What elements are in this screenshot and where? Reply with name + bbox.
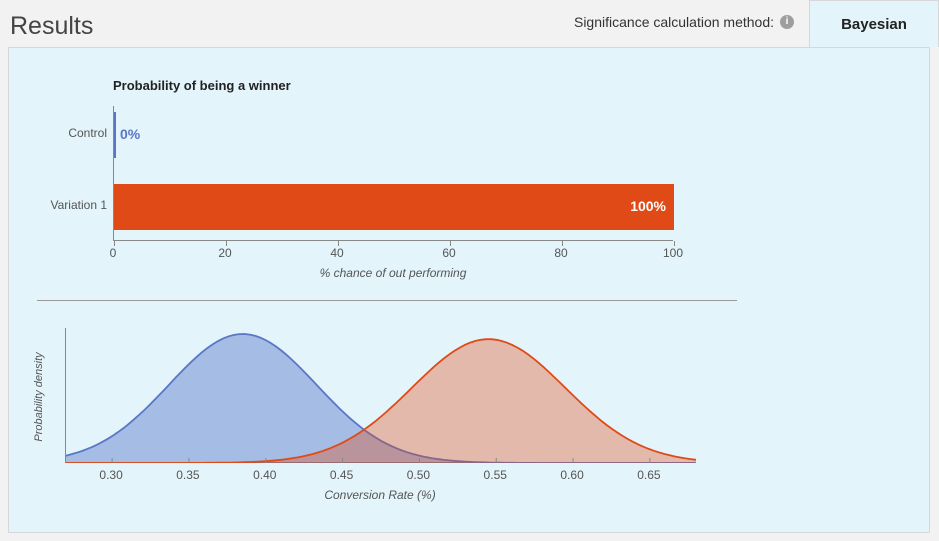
winner-bar-chart: Probability of being a winner Control Va… bbox=[37, 78, 737, 308]
winner-bar-plot: 0% 100% bbox=[113, 106, 673, 241]
density-x-label: Conversion Rate (%) bbox=[65, 488, 695, 502]
results-panel: Probability of being a winner Control Va… bbox=[8, 47, 930, 533]
bar-value-control: 0% bbox=[120, 126, 140, 142]
significance-method-block: Significance calculation method: i bbox=[574, 14, 794, 30]
density-plot bbox=[65, 328, 695, 463]
density-x-tick: 0.65 bbox=[637, 468, 660, 482]
bar-x-tick: 0 bbox=[110, 246, 117, 260]
winner-bar-x-label: % chance of out performing bbox=[113, 266, 673, 280]
density-x-tick: 0.40 bbox=[253, 468, 276, 482]
bar-x-tick: 60 bbox=[442, 246, 455, 260]
bar-control bbox=[114, 112, 116, 158]
density-x-tick: 0.55 bbox=[484, 468, 507, 482]
density-y-label: Probability density bbox=[33, 332, 45, 462]
bar-label-control: Control bbox=[37, 126, 107, 140]
bar-x-tick: 40 bbox=[330, 246, 343, 260]
bar-x-tick: 80 bbox=[554, 246, 567, 260]
winner-bar-x-ticks: 020406080100 bbox=[113, 246, 673, 262]
significance-method-label: Significance calculation method: bbox=[574, 14, 774, 30]
tab-bayesian-label: Bayesian bbox=[841, 16, 907, 33]
bar-label-variation1: Variation 1 bbox=[37, 198, 107, 212]
density-x-tick: 0.30 bbox=[99, 468, 122, 482]
density-x-ticks: 0.30 0.35 0.40 0.45 0.50 0.55 0.60 0.65 bbox=[65, 468, 695, 484]
density-svg bbox=[66, 328, 696, 463]
bar-x-tick: 20 bbox=[218, 246, 231, 260]
bar-variation1 bbox=[114, 184, 674, 230]
bar-x-tick: 100 bbox=[663, 246, 683, 260]
results-header: Results Significance calculation method:… bbox=[0, 0, 939, 52]
density-x-tick: 0.50 bbox=[407, 468, 430, 482]
density-x-tick: 0.45 bbox=[330, 468, 353, 482]
density-x-tick: 0.35 bbox=[176, 468, 199, 482]
chart-divider bbox=[37, 300, 737, 301]
density-chart: Probability density 0.300.350.400.450.50… bbox=[37, 328, 737, 518]
density-x-tick: 0.60 bbox=[560, 468, 583, 482]
info-icon[interactable]: i bbox=[780, 15, 794, 29]
bar-value-variation1: 100% bbox=[630, 198, 666, 214]
winner-bar-title: Probability of being a winner bbox=[113, 78, 291, 93]
page-title: Results bbox=[10, 12, 93, 41]
tab-bayesian[interactable]: Bayesian bbox=[809, 0, 939, 47]
